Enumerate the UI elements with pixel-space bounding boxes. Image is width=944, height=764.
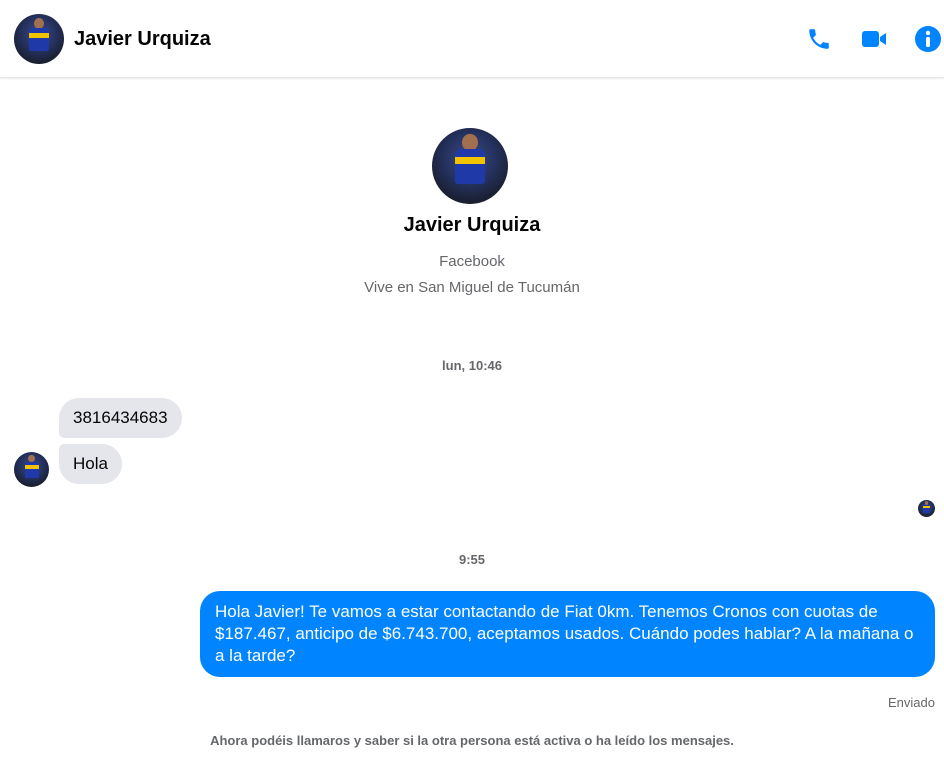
profile-platform: Facebook [439,253,505,270]
video-icon[interactable] [860,25,888,53]
profile-avatar[interactable] [432,128,508,204]
sender-avatar [14,452,49,487]
info-icon[interactable] [914,25,942,53]
incoming-message[interactable]: Hola [59,444,122,484]
chat-header: Javier Urquiza [0,0,944,78]
info-footer-note: Ahora podéis llamaros y saber si la otra… [210,733,734,748]
profile-location: Vive en San Miguel de Tucumán [364,279,580,296]
message-timestamp: lun, 10:46 [442,358,502,373]
outgoing-message[interactable]: Hola Javier! Te vamos a estar contactand… [200,591,935,677]
contact-name[interactable]: Javier Urquiza [74,28,211,51]
contact-avatar[interactable] [14,14,64,64]
profile-name: Javier Urquiza [403,214,541,236]
phone-icon[interactable] [805,25,833,53]
incoming-message[interactable]: 3816434683 [59,398,182,438]
seen-indicator-avatar [918,500,935,517]
delivery-status: Enviado [888,695,935,710]
message-timestamp: 9:55 [458,552,486,567]
